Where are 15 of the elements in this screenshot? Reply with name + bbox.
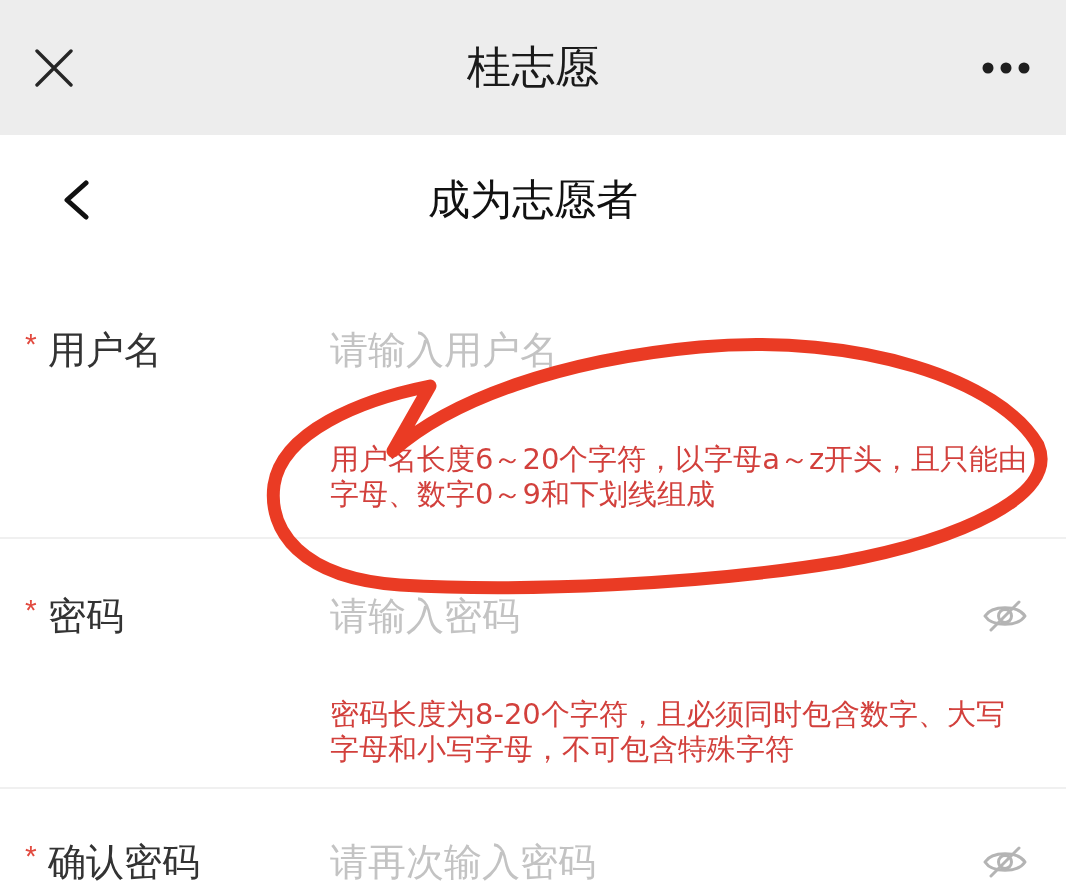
required-asterisk: * bbox=[25, 329, 38, 359]
input-field[interactable]: 请输入用户名 bbox=[330, 327, 1046, 373]
field-label: 确认密码 bbox=[48, 840, 200, 885]
page-title: 成为志愿者 bbox=[428, 174, 638, 225]
input-field[interactable]: 请输入密码 bbox=[330, 593, 962, 639]
close-icon[interactable] bbox=[35, 48, 73, 87]
input-field[interactable]: 请再次输入密码 bbox=[330, 839, 962, 885]
chevron-left-icon[interactable] bbox=[62, 180, 90, 220]
required-asterisk: * bbox=[25, 595, 38, 625]
app-title: 桂志愿 bbox=[467, 41, 599, 94]
more-icon[interactable] bbox=[982, 61, 1030, 74]
field-hint: 密码长度为8-20个字符，且必须同时包含数字、大写字母和小写字母，不可包含特殊字符 bbox=[330, 697, 1006, 767]
field-label: 用户名 bbox=[48, 328, 162, 373]
field-label: 密码 bbox=[48, 594, 124, 639]
required-asterisk: * bbox=[25, 841, 38, 871]
